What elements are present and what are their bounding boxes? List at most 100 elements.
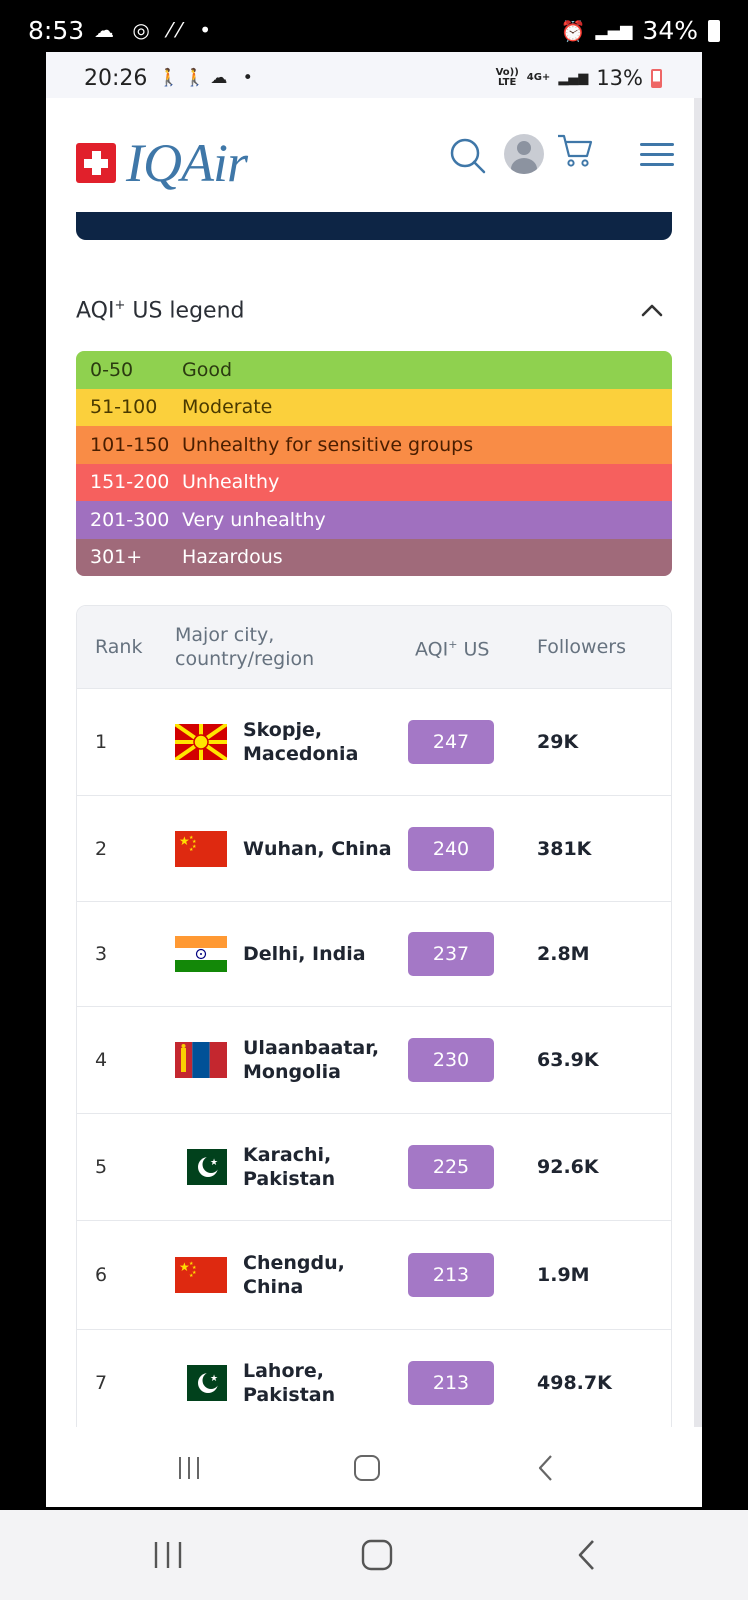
legend-label: Moderate: [182, 396, 273, 419]
table-body: 1 Skopje, Macedonia 247 29K 2 ★ ★ ★ ★ ★ Wuhan, Chin…: [77, 688, 671, 1436]
table-row[interactable]: 7 ★ Lahore, Pakistan 213 498.7K: [77, 1329, 671, 1436]
outer-status-time: 8:53: [28, 16, 85, 45]
table-row[interactable]: 5 ★ Karachi, Pakistan 225 92.6K: [77, 1113, 671, 1220]
legend-range: 151-200: [90, 471, 170, 494]
aqi-badge: 225: [408, 1145, 494, 1189]
aqi-cell: 247: [408, 689, 494, 795]
menu-icon[interactable]: [640, 142, 674, 168]
cart-icon[interactable]: [556, 132, 594, 170]
china-flag: ★ ★ ★ ★ ★: [175, 796, 227, 901]
aqi-badge: 213: [408, 1361, 494, 1405]
svg-text:★: ★: [189, 847, 194, 853]
aqi-cell: 213: [408, 1221, 494, 1329]
inner-status-bar: 20:26 🚶🚶☁ • Vo)) LTE 4G+ ▂▄▆ 13%: [46, 52, 702, 98]
aqi-legend: 0-50 Good 51-100 Moderate 101-150 Unhealthy f…: [76, 351, 672, 576]
rank-cell: 2: [95, 837, 108, 860]
pakistan-flag: ★: [175, 1330, 227, 1436]
swiss-cross-icon: [76, 143, 116, 183]
legend-row: 101-150 Unhealthy for sensitive groups: [76, 426, 672, 464]
network-type: 4G+: [526, 72, 551, 83]
header-aqi: AQI+ US: [415, 637, 490, 661]
aqi-badge: 240: [408, 826, 494, 871]
followers-cell: 498.7K: [537, 1372, 612, 1394]
legend-range: 201-300: [90, 508, 170, 531]
inner-signal-icon: ▂▄▆: [558, 70, 589, 86]
city-name-link[interactable]: Karachi, Pakistan: [243, 1114, 413, 1220]
table-row[interactable]: 6 ★ ★ ★ ★ ★ Chengdu, China 213 1.9M: [77, 1220, 671, 1329]
volte-indicator: Vo)) LTE: [495, 67, 519, 88]
legend-row: 301+ Hazardous: [76, 538, 672, 576]
city-name-link[interactable]: Delhi, India: [243, 902, 413, 1006]
low-battery-icon: [651, 68, 662, 88]
search-icon[interactable]: [448, 136, 488, 176]
table-row[interactable]: 4 Ulaanbaatar, Mongolia 230 63.9K: [77, 1006, 671, 1113]
followers-cell: 92.6K: [537, 1156, 599, 1178]
outer-notification-icons: ☁ ◎ ⁄⁄ •: [94, 18, 217, 42]
followers-cell: 29K: [537, 731, 579, 753]
header-rank: Rank: [95, 636, 143, 658]
chevron-up-icon[interactable]: [640, 302, 664, 318]
back-icon[interactable]: [576, 1538, 598, 1572]
aqi-badge: 213: [408, 1253, 494, 1297]
pakistan-flag: ★: [175, 1114, 227, 1220]
table-header: Rank Major city, country/region AQI+ US F…: [77, 606, 671, 688]
aqi-cell: 213: [408, 1330, 494, 1436]
mirrored-phone-screen: 20:26 🚶🚶☁ • Vo)) LTE 4G+ ▂▄▆ 13% IQAir A…: [46, 52, 702, 1507]
signal-icon: ▂▄▆: [595, 21, 633, 40]
city-name-link[interactable]: Chengdu, China: [243, 1221, 413, 1329]
rank-cell: 5: [95, 1156, 108, 1178]
inner-battery-text: 13%: [596, 66, 643, 90]
aqi-cell: 230: [408, 1007, 494, 1113]
logo-text: IQAir: [126, 133, 248, 193]
legend-range: 301+: [90, 546, 143, 569]
outer-battery-text: 34%: [642, 16, 698, 45]
avatar-icon[interactable]: [504, 134, 544, 174]
recents-icon[interactable]: [152, 1540, 184, 1570]
followers-cell: 2.8M: [537, 943, 590, 965]
legend-label: Unhealthy for sensitive groups: [182, 433, 474, 456]
city-name-link[interactable]: Wuhan, China: [243, 796, 413, 901]
outer-navigation-bar: [0, 1510, 748, 1600]
aqi-cell: 237: [408, 902, 494, 1006]
svg-text:★: ★: [210, 1158, 218, 1168]
india-flag: [175, 902, 227, 1006]
rank-cell: 3: [95, 943, 108, 965]
battery-icon: [708, 19, 720, 42]
china-flag: ★ ★ ★ ★ ★: [175, 1221, 227, 1329]
rank-cell: 7: [95, 1372, 108, 1394]
legend-range: 0-50: [90, 358, 134, 381]
followers-cell: 63.9K: [537, 1049, 599, 1071]
legend-range: 51-100: [90, 396, 158, 419]
aqi-badge: 230: [408, 1038, 494, 1082]
recents-icon[interactable]: [176, 1455, 202, 1481]
site-header: IQAir: [76, 132, 674, 212]
city-name-link[interactable]: Lahore, Pakistan: [243, 1330, 413, 1436]
svg-text:★: ★: [189, 1273, 194, 1279]
aqi-cell: 225: [408, 1114, 494, 1220]
city-name-link[interactable]: Ulaanbaatar, Mongolia: [243, 1007, 413, 1113]
mongolia-flag: [175, 1007, 227, 1113]
legend-row: 151-200 Unhealthy: [76, 463, 672, 501]
home-icon[interactable]: [360, 1538, 394, 1572]
followers-cell: 1.9M: [537, 1264, 590, 1286]
rank-cell: 6: [95, 1264, 108, 1286]
iqair-logo[interactable]: IQAir: [76, 132, 248, 194]
table-row[interactable]: 3 Delhi, India 237 2.8M: [77, 901, 671, 1006]
aqi-badge: 237: [408, 932, 494, 976]
table-row[interactable]: 2 ★ ★ ★ ★ ★ Wuhan, China 240 381K: [77, 795, 671, 901]
page-scrollbar[interactable]: [694, 98, 702, 1478]
legend-range: 101-150: [90, 433, 170, 456]
svg-text:★: ★: [210, 1374, 218, 1384]
city-name-link[interactable]: Skopje, Macedonia: [243, 689, 413, 795]
inner-status-right: Vo)) LTE 4G+ ▂▄▆ 13%: [496, 66, 662, 90]
table-row[interactable]: 1 Skopje, Macedonia 247 29K: [77, 688, 671, 795]
legend-label: Hazardous: [182, 546, 283, 569]
back-icon[interactable]: [536, 1453, 556, 1483]
alarm-icon: ⏰: [560, 18, 586, 43]
home-icon[interactable]: [352, 1453, 382, 1483]
aqi-cell: 240: [408, 796, 494, 901]
legend-row: 201-300 Very unhealthy: [76, 501, 672, 539]
legend-title: AQI+ US legend: [76, 298, 245, 324]
aqi-badge: 247: [408, 720, 494, 764]
header-city: Major city, country/region: [175, 624, 315, 670]
